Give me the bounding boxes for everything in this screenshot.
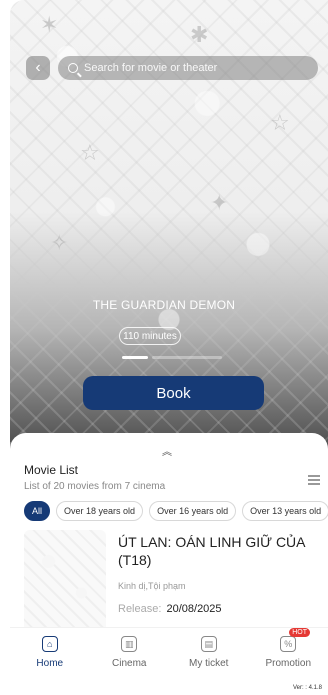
bottom-nav: ⌂ Home ▥ Cinema ▤ My ticket HOT % Promot… — [10, 627, 328, 685]
back-button[interactable]: ‹ — [26, 56, 50, 80]
chevron-left-icon: ‹ — [35, 59, 41, 76]
nav-label: My ticket — [189, 658, 229, 669]
carousel-indicator — [122, 356, 222, 360]
search-icon — [68, 63, 78, 73]
film-reel-icon: ✶ — [40, 12, 59, 37]
ticket-icon: ▤ — [200, 636, 217, 652]
phone-screen: ✶ ✱ ☆ ☆ ✦ ✧ ‹ Search for movie or theate… — [0, 0, 328, 695]
filter-chip-13[interactable]: Over 13 years old — [242, 501, 328, 521]
camera-icon: ✦ — [210, 190, 229, 215]
nav-item-promotion[interactable]: HOT % Promotion — [249, 628, 328, 685]
release-label: Release: — [118, 603, 162, 615]
star-icon: ☆ — [80, 140, 100, 165]
carousel-indicator-rest — [152, 356, 222, 359]
search-input[interactable]: Search for movie or theater — [58, 56, 318, 80]
nav-label: Cinema — [112, 658, 147, 669]
app-version: Ver: : 4.1.8 — [292, 685, 322, 691]
star-icon: ☆ — [270, 110, 290, 135]
top-bar: ‹ Search for movie or theater — [26, 56, 318, 84]
filter-chip-16[interactable]: Over 16 years old — [149, 501, 237, 521]
filter-chip-18[interactable]: Over 18 years old — [56, 501, 144, 521]
nav-item-home[interactable]: ⌂ Home — [10, 628, 90, 685]
list-view-icon[interactable] — [308, 475, 320, 485]
chevron-up-icon[interactable]: ︽ — [162, 443, 172, 458]
movie-name[interactable]: ÚT LAN: OÁN LINH GIỮ CỦA (T18) — [118, 533, 323, 569]
ticket-doodle-icon: ✧ — [50, 230, 69, 255]
home-icon: ⌂ — [41, 636, 58, 652]
movie-list-subtitle: List of 20 movies from 7 cinema — [24, 481, 166, 492]
age-filter-chips: All Over 18 years old Over 16 years old … — [24, 501, 328, 523]
clapperboard-icon: ✱ — [190, 22, 209, 47]
nav-label: Promotion — [265, 658, 312, 669]
nav-item-cinema[interactable]: ▥ Cinema — [90, 628, 170, 685]
movie-genre: Kinh dị,Tội phạm — [118, 581, 186, 591]
nav-item-my-ticket[interactable]: ▤ My ticket — [169, 628, 249, 685]
search-placeholder: Search for movie or theater — [84, 62, 218, 74]
filter-chip-all[interactable]: All — [24, 501, 51, 521]
movie-poster[interactable] — [24, 530, 106, 635]
movie-release: Release: 20/08/2025 — [118, 603, 222, 615]
carousel-indicator-active — [122, 356, 148, 359]
featured-movie-title: THE GUARDIAN DEMON — [92, 298, 236, 312]
movie-list-title: Movie List — [24, 463, 79, 477]
promotion-icon: % — [280, 636, 297, 652]
release-date: 20/08/2025 — [166, 603, 222, 615]
cinema-icon: ▥ — [121, 636, 138, 652]
book-button[interactable]: Book — [83, 376, 264, 410]
hot-badge: HOT — [289, 628, 310, 637]
nav-label: Home — [36, 658, 64, 669]
duration-badge: 110 minutes — [119, 327, 181, 345]
